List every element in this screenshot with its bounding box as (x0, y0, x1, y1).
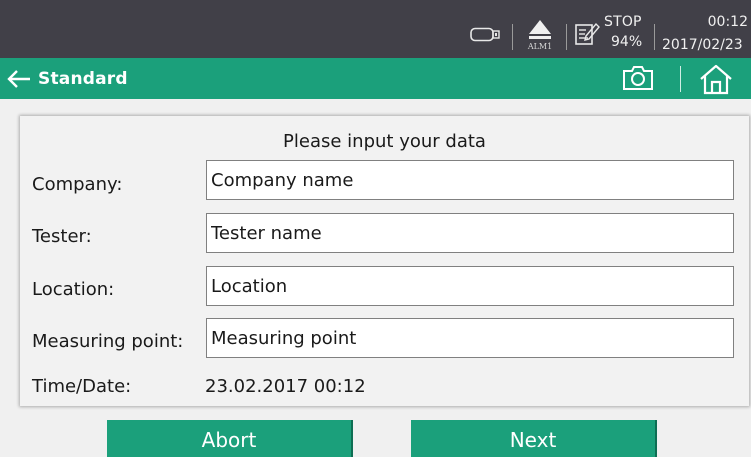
location-field[interactable] (206, 266, 734, 306)
battery-level: 94% (611, 34, 643, 50)
title-divider (680, 66, 681, 92)
home-button[interactable] (696, 62, 736, 96)
home-icon (700, 64, 732, 95)
screen-title: Standard (38, 69, 128, 89)
time-date-label: Time/Date: (32, 376, 132, 397)
record-status: STOP (604, 14, 642, 30)
title-bar: Standard (0, 58, 751, 99)
status-divider (654, 24, 655, 50)
clock-date: 2017/02/23 (662, 37, 743, 53)
company-label: Company: (32, 174, 123, 195)
arrow-left-icon (7, 70, 30, 88)
time-date-value: 23.02.2017 00:12 (205, 376, 366, 397)
status-bar: ALM1 STOP 94% 00:12 2017/02/23 (0, 0, 751, 58)
measuring-point-field[interactable] (206, 318, 734, 358)
usb-icon (470, 27, 500, 42)
record-icon (574, 20, 600, 46)
next-button[interactable]: Next (411, 420, 657, 457)
tester-field[interactable] (206, 213, 734, 253)
camera-button[interactable] (621, 62, 655, 94)
status-divider (566, 24, 567, 50)
back-button[interactable]: Standard (6, 62, 128, 96)
tester-label: Tester: (32, 226, 92, 247)
company-field[interactable] (206, 160, 734, 200)
form-panel: Please input your data Company: Tester: … (20, 116, 749, 406)
alarm-label: ALM1 (527, 42, 553, 51)
camera-icon (623, 66, 653, 90)
status-divider (512, 24, 513, 50)
measuring-point-label: Measuring point: (32, 331, 184, 352)
location-label: Location: (32, 279, 115, 300)
screen: ALM1 STOP 94% 00:12 2017/02/23 Standard (0, 0, 751, 457)
abort-button[interactable]: Abort (107, 420, 353, 457)
clock-time: 00:12 (707, 14, 748, 30)
alarm-icon: ALM1 (524, 18, 556, 52)
form-heading: Please input your data (283, 131, 486, 152)
